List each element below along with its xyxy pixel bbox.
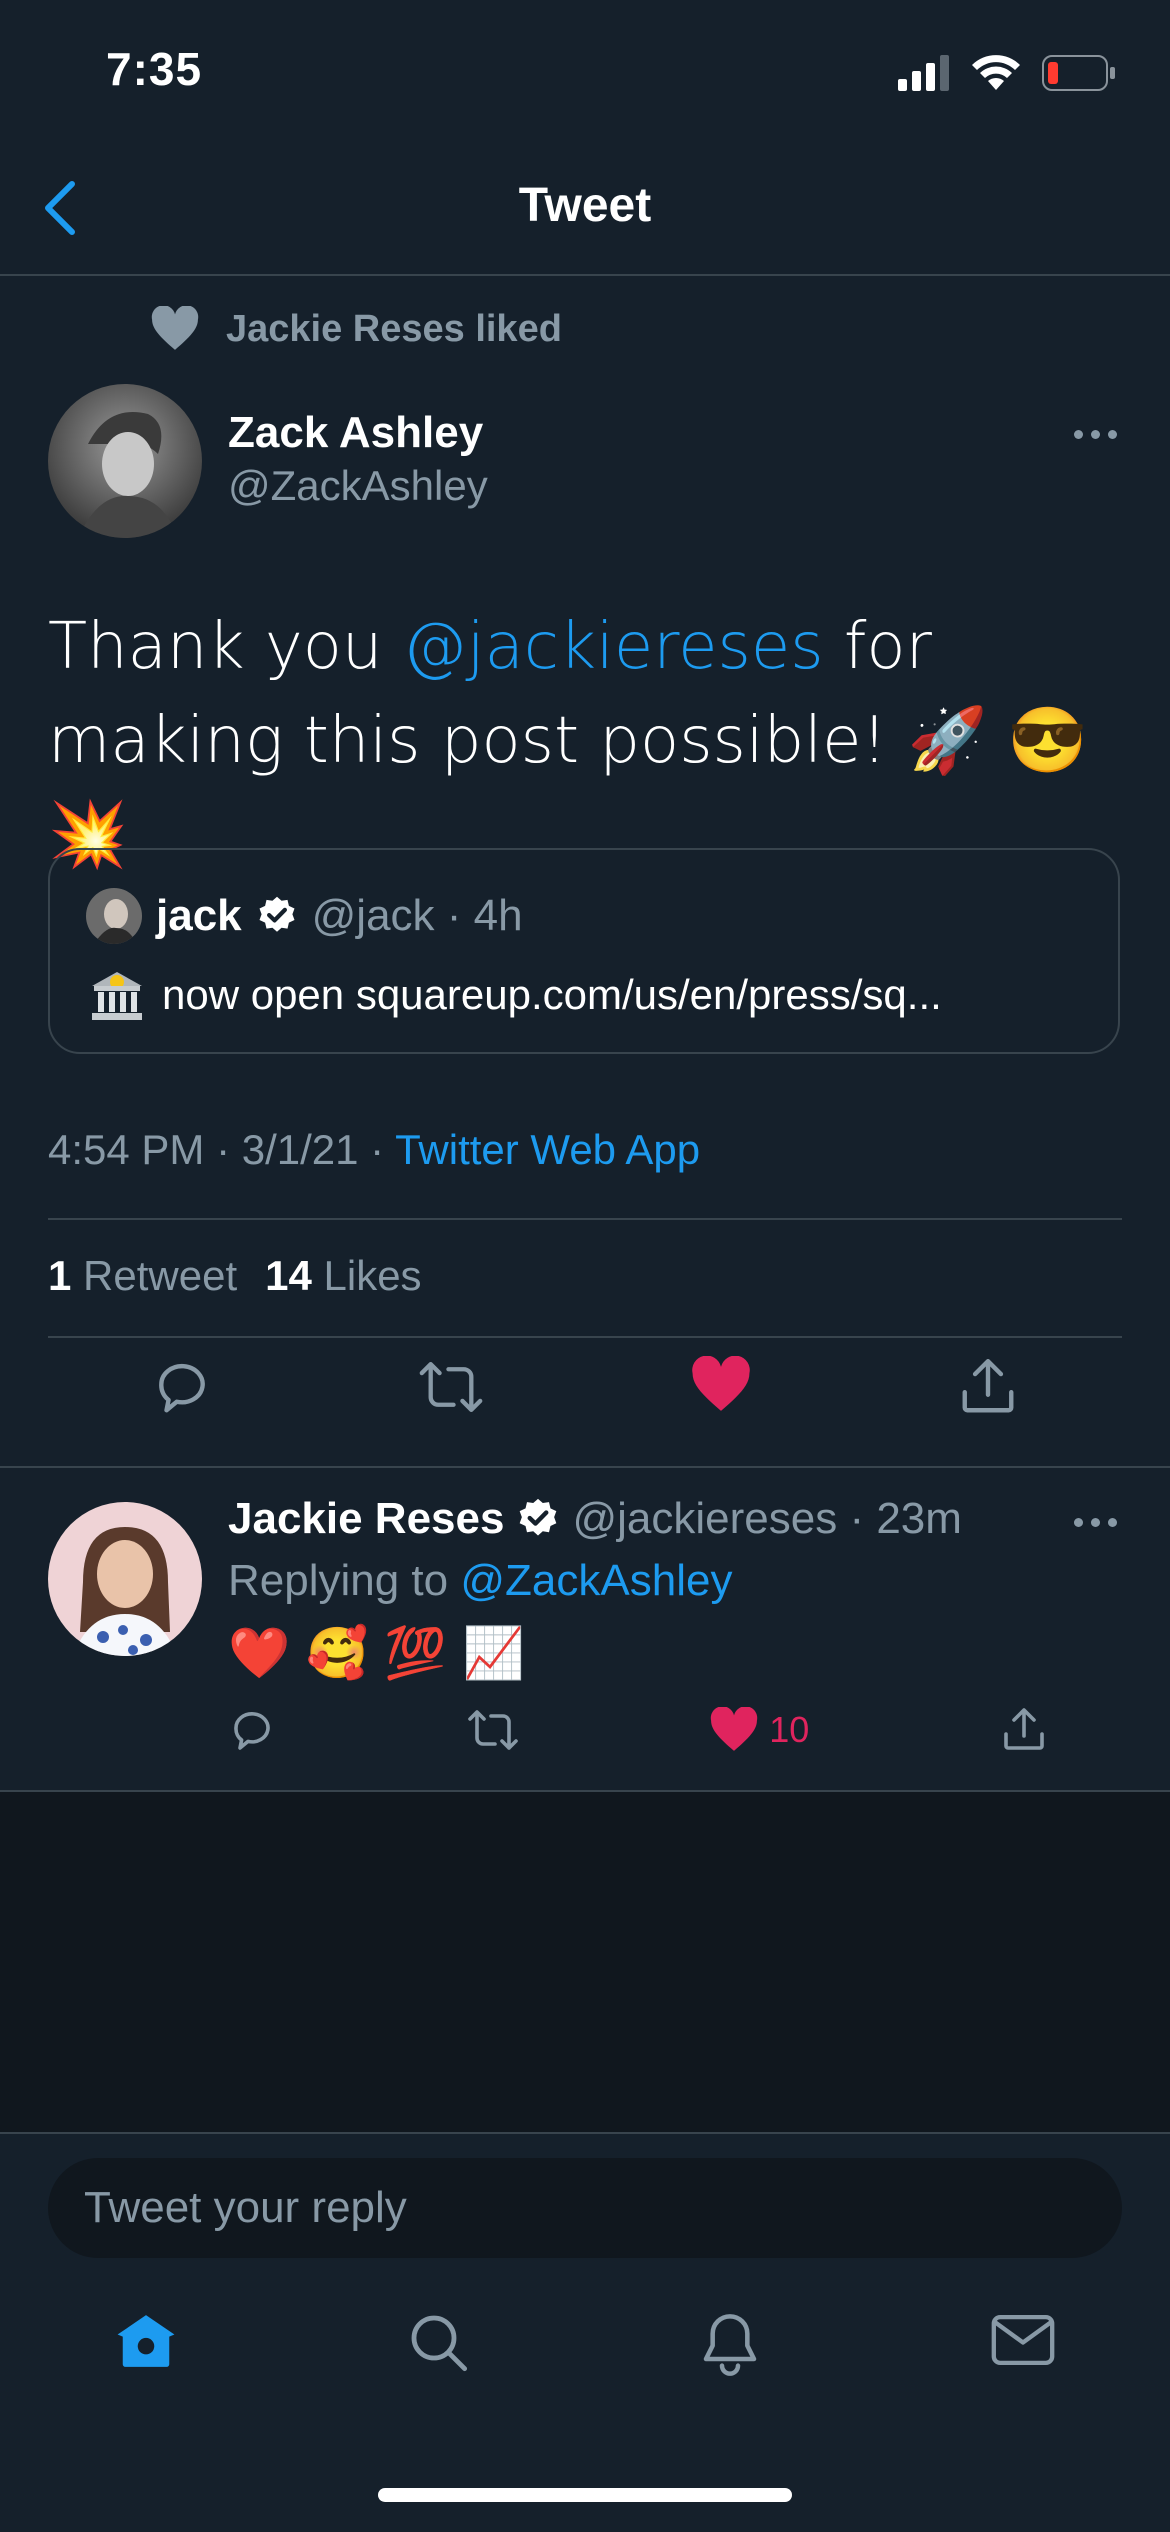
author-avatar[interactable] (48, 384, 202, 538)
social-context-label: Jackie Reses liked (226, 307, 562, 350)
empty-timeline-area (0, 1792, 1170, 2132)
retweet-icon[interactable] (418, 1356, 484, 1418)
tab-bar (0, 2310, 1170, 2376)
reply-icon[interactable] (228, 1706, 276, 1754)
tweet-source-link[interactable]: Twitter Web App (395, 1126, 700, 1173)
signal-icon (898, 55, 949, 91)
quoted-author-name: jack (156, 891, 242, 940)
reply-header: Jackie Reses @jackiereses · 23m (228, 1494, 962, 1544)
quoted-tweet-text: now open squareup.com/us/en/press/sq... (162, 971, 942, 1018)
search-icon[interactable] (406, 2310, 470, 2374)
author-avatar-image (48, 384, 202, 538)
more-dot-icon (1108, 430, 1117, 439)
more-dot-icon (1074, 430, 1083, 439)
reply-input[interactable] (48, 2158, 1122, 2258)
tweet-stats: 1 Retweet 14 Likes (48, 1252, 422, 1300)
quoted-tweet-body: now open squareup.com/us/en/press/sq... (88, 968, 942, 1022)
heart-icon (151, 306, 199, 350)
quoted-tweet-header: jack @jack · 4h (86, 888, 523, 944)
wifi-icon (972, 55, 1020, 90)
tweet-timestamp: 4:54 PM · 3/1/21 · (48, 1126, 396, 1173)
tweet-text: Thank you @jackiereses for making this p… (48, 600, 1128, 882)
replying-to-line: Replying to @ZackAshley (228, 1556, 733, 1605)
reply-handle-time: @jackiereses · 23m (572, 1494, 962, 1543)
bank-icon (92, 972, 142, 1020)
reply-like-count: 10 (769, 1709, 810, 1750)
author-handle[interactable]: @ZackAshley (228, 462, 488, 510)
divider (0, 1466, 1170, 1468)
retweets-stat[interactable]: 1 Retweet (48, 1252, 237, 1300)
reply-avatar[interactable] (48, 1502, 202, 1656)
home-indicator[interactable] (378, 2488, 792, 2502)
reply-text: ❤️ 🥰 💯 📈 (228, 1624, 525, 1682)
more-dot-icon (1091, 430, 1100, 439)
reply-author-name[interactable]: Jackie Reses (228, 1494, 504, 1544)
replying-to-link[interactable]: @ZackAshley (460, 1556, 732, 1605)
like-filled-icon (711, 1707, 758, 1751)
share-icon[interactable] (957, 1356, 1019, 1418)
home-icon[interactable] (114, 2310, 178, 2372)
like-filled-icon[interactable] (690, 1356, 752, 1414)
quoted-avatar (86, 888, 142, 944)
more-dot-icon (1074, 1518, 1083, 1527)
status-time: 7:35 (106, 43, 203, 95)
more-options-button[interactable] (1074, 430, 1117, 439)
likes-stat[interactable]: 14 Likes (265, 1252, 421, 1300)
tweet-mention-link[interactable]: @jackiereses (403, 610, 824, 684)
status-icons (898, 54, 1116, 92)
page-title: Tweet (518, 179, 652, 232)
quoted-tweet-card[interactable] (48, 848, 1120, 1054)
battery-icon (1042, 55, 1115, 91)
author-name[interactable]: Zack Ashley (228, 408, 483, 458)
mail-icon[interactable] (990, 2310, 1056, 2370)
reply-more-options-button[interactable] (1074, 1518, 1117, 1527)
share-icon[interactable] (1000, 1706, 1048, 1754)
retweet-icon[interactable] (467, 1706, 519, 1754)
verified-badge-icon (259, 896, 295, 932)
tweet-timestamp-line: 4:54 PM · 3/1/21 · Twitter Web App (48, 1126, 700, 1174)
divider (48, 1218, 1122, 1220)
quoted-handle-time: @jack · 4h (311, 891, 523, 940)
reply-like-button[interactable]: 10 (709, 1707, 809, 1753)
reply-icon[interactable] (151, 1356, 213, 1418)
bell-icon[interactable] (698, 2310, 762, 2376)
more-dot-icon (1091, 1518, 1100, 1527)
tweet-action-bar (48, 1356, 1122, 1418)
divider (48, 1336, 1122, 1338)
social-context: Jackie Reses liked (150, 306, 562, 352)
reply-action-bar: 10 (228, 1706, 1048, 1754)
verified-badge-icon (520, 1498, 557, 1536)
tweet-text-start: Thank you (48, 610, 403, 684)
more-dot-icon (1108, 1518, 1117, 1527)
